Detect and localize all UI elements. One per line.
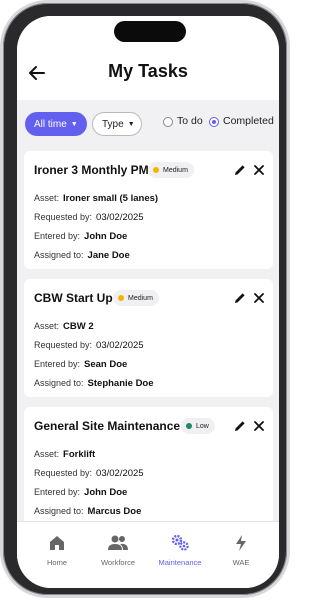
entered-label: Entered by: [34, 231, 81, 241]
assigned-label: Assigned to: [34, 506, 84, 516]
requested-value: 03/02/2025 [96, 212, 144, 223]
completed-radio[interactable] [209, 117, 219, 127]
assigned-value: Marcus Doe [87, 506, 142, 517]
close-icon[interactable] [253, 292, 265, 304]
people-icon [108, 535, 128, 550]
asset-value: Ironer small (5 lanes) [63, 193, 159, 204]
requested-row: Requested by: 03/02/2025 [34, 340, 144, 351]
pencil-icon[interactable] [234, 164, 246, 176]
filter-bar: All time ▼ Type ▼ To do Completed [17, 112, 279, 140]
asset-value: CBW 2 [63, 321, 94, 332]
asset-row: Asset: CBW 2 [34, 321, 94, 332]
assigned-row: Assigned to: Marcus Doe [34, 506, 141, 517]
gears-icon [171, 534, 189, 551]
entered-label: Entered by: [34, 487, 81, 497]
task-title: CBW Start Up [34, 291, 113, 305]
assigned-label: Assigned to: [34, 378, 84, 388]
todo-radio[interactable] [163, 117, 173, 127]
requested-label: Requested by: [34, 212, 93, 222]
chevron-down-icon: ▼ [127, 120, 135, 128]
assigned-row: Assigned to: Jane Doe [34, 250, 130, 261]
priority-label: Medium [128, 294, 153, 302]
assigned-value: Stephanie Doe [87, 378, 154, 389]
phone-frame: My Tasks All time ▼ Type ▼ To do Complet… [3, 3, 287, 595]
time-filter-dropdown[interactable]: All time ▼ [25, 112, 87, 136]
requested-value: 03/02/2025 [96, 340, 144, 351]
dynamic-island [114, 21, 186, 42]
nav-item-home[interactable]: Home [27, 534, 87, 567]
assigned-row: Assigned to: Stephanie Doe [34, 378, 154, 389]
page-title: My Tasks [108, 61, 188, 81]
app-screen: My Tasks All time ▼ Type ▼ To do Complet… [17, 16, 279, 588]
task-title: General Site Maintenance [34, 419, 181, 433]
requested-label: Requested by: [34, 468, 93, 478]
nav-item-maintenance[interactable]: Maintenance [150, 534, 210, 567]
completed-radio-label[interactable]: Completed [223, 115, 274, 127]
lightning-icon [236, 535, 246, 551]
asset-label: Asset: [34, 193, 60, 203]
nav-item-workforce[interactable]: Workforce [88, 534, 148, 567]
priority-dot [153, 167, 159, 173]
nav-label-maintenance: Maintenance [158, 558, 202, 567]
asset-label: Asset: [34, 449, 60, 459]
priority-dot [186, 423, 192, 429]
priority-label: Medium [163, 166, 188, 174]
asset-row: Asset: Ironer small (5 lanes) [34, 193, 158, 204]
priority-badge: Medium [113, 290, 159, 306]
entered-value: John Doe [84, 231, 128, 242]
entered-row: Entered by: John Doe [34, 231, 127, 242]
close-icon[interactable] [253, 164, 265, 176]
assigned-label: Assigned to: [34, 250, 84, 260]
close-icon[interactable] [253, 420, 265, 432]
requested-row: Requested by: 03/02/2025 [34, 212, 144, 223]
todo-radio-label[interactable]: To do [177, 115, 203, 127]
header-bar: My Tasks [17, 16, 279, 100]
bottom-nav: Home Workforce Maintenance WAE [17, 521, 279, 588]
pencil-icon[interactable] [234, 420, 246, 432]
asset-row: Asset: Forklift [34, 449, 95, 460]
task-title: Ironer 3 Monthly PM [34, 163, 149, 177]
pencil-icon[interactable] [234, 292, 246, 304]
entered-value: John Doe [84, 487, 128, 498]
priority-dot [118, 295, 124, 301]
type-filter-label: Type [102, 118, 124, 130]
requested-label: Requested by: [34, 340, 93, 350]
home-icon [50, 536, 64, 550]
entered-row: Entered by: John Doe [34, 487, 127, 498]
priority-badge: Medium [148, 162, 194, 178]
requested-row: Requested by: 03/02/2025 [34, 468, 144, 479]
type-filter-dropdown[interactable]: Type ▼ [92, 112, 142, 136]
task-card[interactable]: Ironer 3 Monthly PM Medium Asset: Ironer … [24, 151, 273, 269]
time-filter-label: All time [34, 118, 67, 130]
assigned-value: Jane Doe [87, 250, 130, 261]
task-card[interactable]: CBW Start Up Medium Asset: CBW 2 Requeste… [24, 279, 273, 397]
nav-item-wae[interactable]: WAE [211, 534, 271, 567]
nav-label-wae: WAE [232, 558, 250, 567]
entered-value: Sean Doe [84, 359, 128, 370]
entered-row: Entered by: Sean Doe [34, 359, 127, 370]
chevron-down-icon: ▼ [70, 120, 78, 128]
task-card[interactable]: General Site Maintenance Low Asset: Forkl… [24, 407, 273, 525]
nav-label-workforce: Workforce [100, 558, 136, 567]
requested-value: 03/02/2025 [96, 468, 144, 479]
nav-label-home: Home [46, 558, 67, 567]
asset-value: Forklift [63, 449, 96, 460]
asset-label: Asset: [34, 321, 60, 331]
priority-label: Low [196, 422, 209, 430]
entered-label: Entered by: [34, 359, 81, 369]
priority-badge: Low [181, 418, 215, 434]
